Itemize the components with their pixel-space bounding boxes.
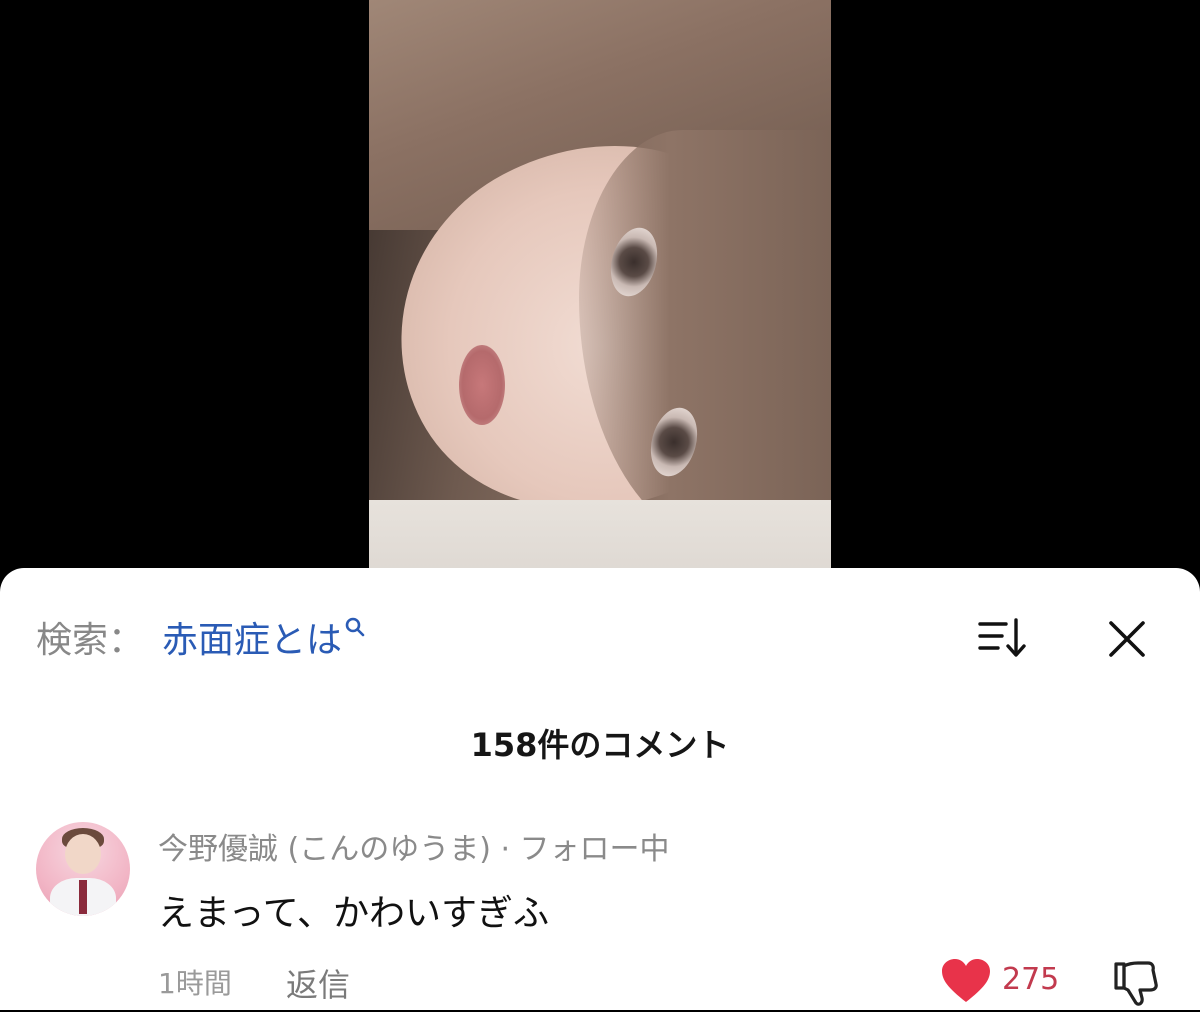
heart-icon[interactable] <box>940 958 992 1004</box>
search-icon <box>344 616 366 638</box>
thumbs-down-icon[interactable] <box>1110 958 1160 1008</box>
search-query-link[interactable]: 赤面症とは <box>162 611 342 663</box>
comment-timestamp: 1時間 <box>158 967 232 1000</box>
like-count: 275 <box>1002 962 1060 997</box>
video-player[interactable] <box>0 0 1200 620</box>
search-suggestion[interactable]: 検索： 赤面症とは <box>36 612 366 662</box>
comment-count-title: 158件のコメント <box>470 726 730 764</box>
reply-button[interactable]: 返信 <box>286 960 350 1006</box>
close-icon[interactable] <box>1106 618 1148 660</box>
comment-text: えまって、かわいすぎふ <box>158 893 549 934</box>
video-frame <box>369 0 831 620</box>
sort-icon[interactable] <box>978 616 1028 660</box>
avatar[interactable] <box>36 822 130 916</box>
comment-author[interactable]: 今野優誠 (こんのゆうま) · フォロー中 <box>158 824 670 868</box>
search-label: 検索： <box>36 620 145 661</box>
